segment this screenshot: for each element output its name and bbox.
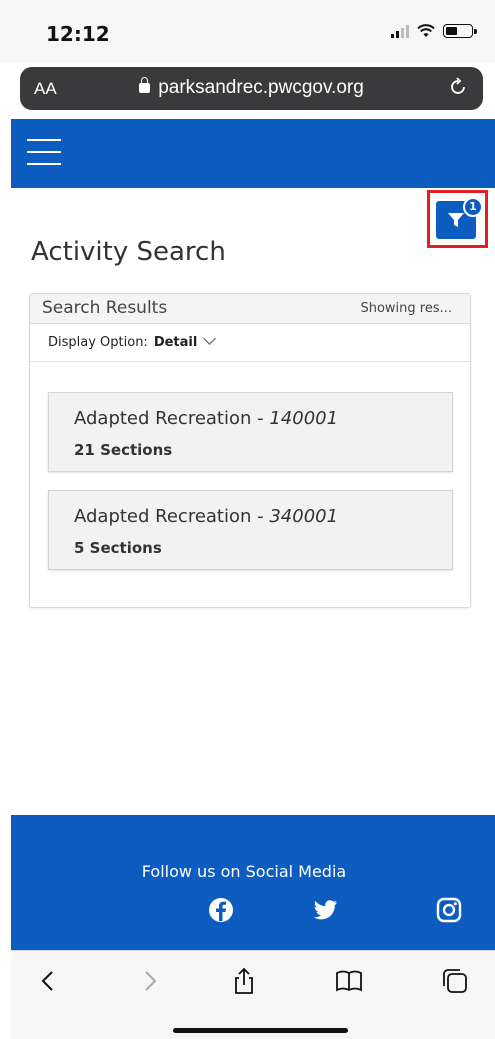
wifi-icon bbox=[417, 24, 435, 37]
status-icons bbox=[391, 24, 477, 38]
filter-count-badge: 1 bbox=[463, 197, 483, 217]
search-results-panel: Search Results Showing res... Display Op… bbox=[29, 293, 471, 608]
browser-toolbar bbox=[11, 950, 495, 1039]
facebook-icon[interactable] bbox=[208, 897, 234, 923]
reload-icon[interactable] bbox=[447, 76, 469, 98]
url-display[interactable]: parksandrec.pwcgov.org bbox=[20, 77, 483, 99]
activity-card[interactable]: Adapted Recreation - 340001 5 Sections bbox=[48, 490, 453, 570]
filter-icon bbox=[448, 213, 464, 227]
url-bar[interactable]: AA parksandrec.pwcgov.org bbox=[20, 67, 483, 110]
chevron-down-icon bbox=[203, 332, 217, 345]
site-footer: Follow us on Social Media bbox=[11, 815, 495, 950]
back-arrow-icon[interactable] bbox=[35, 967, 63, 995]
results-count-text: Showing res... bbox=[360, 301, 452, 316]
footer-social-title: Follow us on Social Media bbox=[141, 862, 347, 881]
results-title: Search Results bbox=[42, 298, 168, 318]
activity-code: 340001 bbox=[269, 506, 339, 527]
status-bar: 12:12 bbox=[0, 0, 495, 62]
signal-icon bbox=[391, 24, 409, 38]
page-title: Activity Search bbox=[31, 237, 226, 267]
battery-icon bbox=[443, 24, 477, 38]
url-text: parksandrec.pwcgov.org bbox=[158, 77, 364, 98]
instagram-icon[interactable] bbox=[436, 897, 462, 923]
activity-code: 140001 bbox=[269, 408, 339, 429]
display-option-dropdown[interactable]: Display Option: Detail bbox=[48, 332, 217, 350]
lock-icon bbox=[139, 77, 151, 93]
twitter-icon[interactable] bbox=[313, 897, 339, 923]
activity-name: Adapted Recreation - 140001 bbox=[74, 408, 338, 429]
forward-arrow-icon[interactable] bbox=[135, 967, 163, 995]
hamburger-menu-icon[interactable] bbox=[27, 139, 61, 165]
display-option-value: Detail bbox=[153, 335, 198, 350]
activity-sections: 21 Sections bbox=[74, 441, 173, 459]
activity-card[interactable]: Adapted Recreation - 140001 21 Sections bbox=[48, 392, 453, 472]
activity-name: Adapted Recreation - 340001 bbox=[74, 506, 338, 527]
activity-title: Adapted Recreation - bbox=[74, 506, 270, 527]
status-time: 12:12 bbox=[46, 22, 110, 46]
display-option-label: Display Option: bbox=[48, 335, 148, 350]
site-header bbox=[11, 119, 495, 188]
bookmarks-icon[interactable] bbox=[335, 967, 363, 995]
tabs-icon[interactable] bbox=[441, 967, 469, 995]
activity-title: Adapted Recreation - bbox=[74, 408, 270, 429]
results-header: Search Results Showing res... bbox=[30, 294, 470, 324]
home-indicator bbox=[173, 1028, 348, 1033]
share-icon[interactable] bbox=[230, 967, 258, 995]
activity-sections: 5 Sections bbox=[74, 539, 162, 557]
display-option-row: Display Option: Detail bbox=[30, 324, 470, 362]
